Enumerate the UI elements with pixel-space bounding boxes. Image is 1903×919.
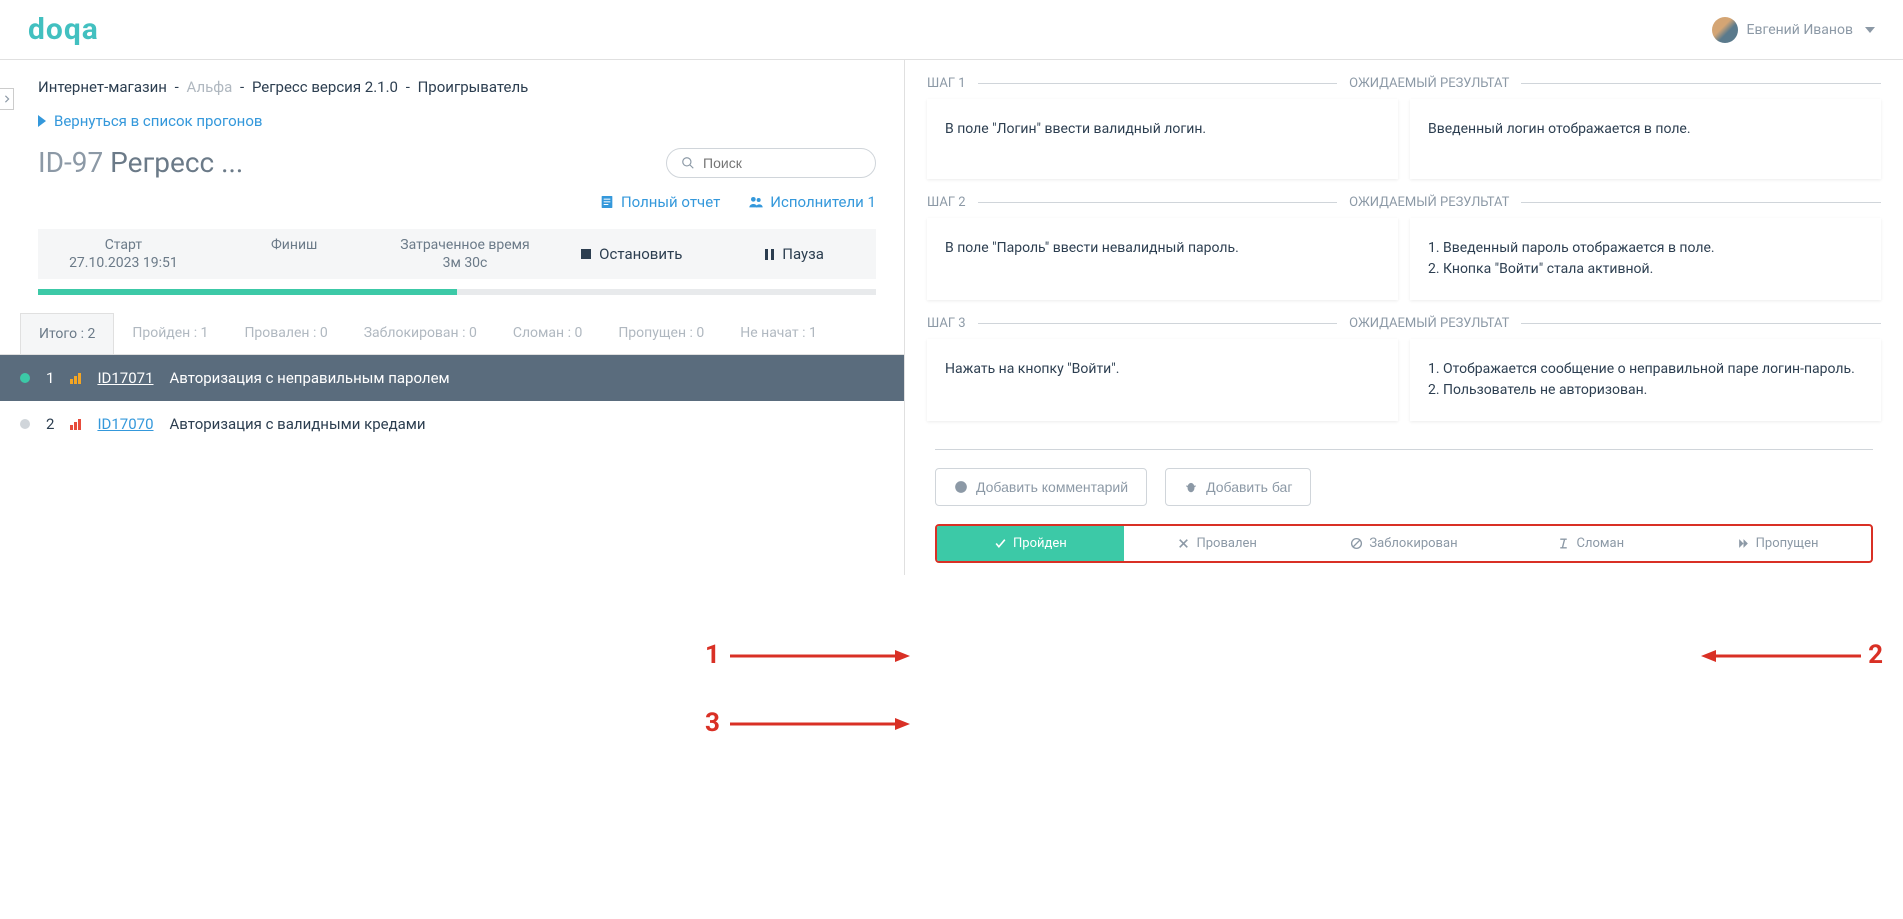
- start-value: 27.10.2023 19:51: [42, 255, 205, 271]
- tab-broken[interactable]: Сломан : 0: [495, 313, 600, 354]
- expand-sidebar-button[interactable]: [0, 88, 14, 110]
- stop-icon: [581, 249, 591, 259]
- pause-icon: [765, 249, 774, 260]
- status-dot-icon: [20, 419, 30, 429]
- tab-total[interactable]: Итого : 2: [20, 313, 114, 354]
- search-icon: [681, 155, 695, 171]
- filter-tabs: Итого : 2 Пройден : 1 Провален : 0 Забло…: [0, 313, 904, 355]
- breadcrumb-page: Проигрыватель: [418, 78, 529, 96]
- user-name: Евгений Иванов: [1746, 22, 1853, 38]
- elapsed-label: Затраченное время: [384, 237, 547, 253]
- test-id[interactable]: ID17070: [97, 415, 153, 433]
- step-result: 1. Отображается сообщение о неправильной…: [1410, 339, 1881, 421]
- logo[interactable]: doqa: [28, 12, 99, 47]
- users-icon: [748, 194, 764, 210]
- annotation-1: 1: [705, 640, 720, 670]
- tab-skipped[interactable]: Пропущен : 0: [600, 313, 722, 354]
- breadcrumb-project[interactable]: Интернет-магазин: [38, 78, 167, 96]
- search-input-wrapper[interactable]: [666, 148, 876, 178]
- arrow-icon: [730, 716, 910, 734]
- play-icon: [38, 115, 46, 127]
- check-icon: [994, 537, 1007, 550]
- report-icon: [599, 194, 615, 210]
- search-input[interactable]: [703, 155, 861, 171]
- progress-bar: [38, 289, 876, 295]
- status-failed-button[interactable]: Провален: [1124, 526, 1311, 561]
- step-header: ШАГ 1 ОЖИДАЕМЫЙ РЕЗУЛЬТАТ: [917, 60, 1891, 99]
- skip-icon: [1737, 537, 1750, 550]
- add-comment-button[interactable]: Добавить комментарий: [935, 468, 1147, 506]
- step-text: В поле "Логин" ввести валидный логин.: [927, 99, 1398, 179]
- avatar: [1712, 17, 1738, 43]
- page-title: ID-97 Регресс ...: [38, 146, 243, 179]
- progress-fill: [38, 289, 457, 295]
- priority-icon: [70, 372, 81, 384]
- chevron-down-icon: [1865, 27, 1875, 33]
- test-id[interactable]: ID17071: [97, 369, 153, 387]
- arrow-icon: [730, 648, 910, 666]
- run-stats: Старт 27.10.2023 19:51 Финиш Затраченное…: [38, 229, 876, 279]
- annotation-3: 3: [705, 708, 720, 738]
- add-bug-button[interactable]: Добавить баг: [1165, 468, 1311, 506]
- annotation-2: 2: [1868, 640, 1883, 670]
- breadcrumb-run[interactable]: Регресс версия 2.1.0: [252, 78, 398, 96]
- test-name: Авторизация с валидными кредами: [170, 415, 426, 433]
- user-menu[interactable]: Евгений Иванов: [1712, 17, 1875, 43]
- blocked-icon: [1350, 537, 1363, 550]
- divider: [935, 449, 1873, 450]
- step-header: ШАГ 3 ОЖИДАЕМЫЙ РЕЗУЛЬТАТ: [917, 300, 1891, 339]
- start-label: Старт: [42, 237, 205, 253]
- close-icon: [1177, 537, 1190, 550]
- step-text: В поле "Пароль" ввести невалидный пароль…: [927, 218, 1398, 300]
- performers-link[interactable]: Исполнители 1: [748, 193, 876, 211]
- back-to-runs-link[interactable]: Вернуться в список прогонов: [0, 102, 904, 140]
- stop-button[interactable]: Остановить: [550, 229, 713, 279]
- pause-button[interactable]: Пауза: [713, 229, 876, 279]
- status-dot-icon: [20, 373, 30, 383]
- comment-icon: [954, 480, 968, 494]
- status-skipped-button[interactable]: Пропущен: [1684, 526, 1871, 561]
- test-row[interactable]: 2 ID17070 Авторизация с валидными кредам…: [0, 401, 904, 447]
- step-header: ШАГ 2 ОЖИДАЕМЫЙ РЕЗУЛЬТАТ: [917, 179, 1891, 218]
- broken-icon: [1557, 537, 1570, 550]
- tab-passed[interactable]: Пройден : 1: [114, 313, 226, 354]
- tab-not-started[interactable]: Не начат : 1: [722, 313, 835, 354]
- breadcrumb-env[interactable]: Альфа: [187, 78, 233, 96]
- tab-blocked[interactable]: Заблокирован : 0: [346, 313, 495, 354]
- breadcrumb: Интернет-магазин - Альфа - Регресс верси…: [0, 60, 904, 102]
- app-header: doqa Евгений Иванов: [0, 0, 1903, 60]
- tab-failed[interactable]: Провален : 0: [226, 313, 345, 354]
- elapsed-value: 3м 30с: [384, 255, 547, 271]
- status-passed-button[interactable]: Пройден: [937, 526, 1124, 561]
- step-result: 1. Введенный пароль отображается в поле.…: [1410, 218, 1881, 300]
- status-buttons: Пройден Провален Заблокирован Сломан Про…: [935, 524, 1873, 563]
- status-blocked-button[interactable]: Заблокирован: [1311, 526, 1498, 561]
- priority-icon: [70, 418, 81, 430]
- arrow-icon: [1701, 648, 1861, 666]
- step-text: Нажать на кнопку "Войти".: [927, 339, 1398, 421]
- test-number: 2: [46, 415, 54, 433]
- step-result: Введенный логин отображается в поле.: [1410, 99, 1881, 179]
- test-row[interactable]: 1 ID17071 Авторизация с неправильным пар…: [0, 355, 904, 401]
- finish-label: Финиш: [213, 237, 376, 253]
- test-number: 1: [46, 369, 54, 387]
- bug-icon: [1184, 480, 1198, 494]
- full-report-link[interactable]: Полный отчет: [599, 193, 720, 211]
- test-name: Авторизация с неправильным паролем: [170, 369, 450, 387]
- status-broken-button[interactable]: Сломан: [1497, 526, 1684, 561]
